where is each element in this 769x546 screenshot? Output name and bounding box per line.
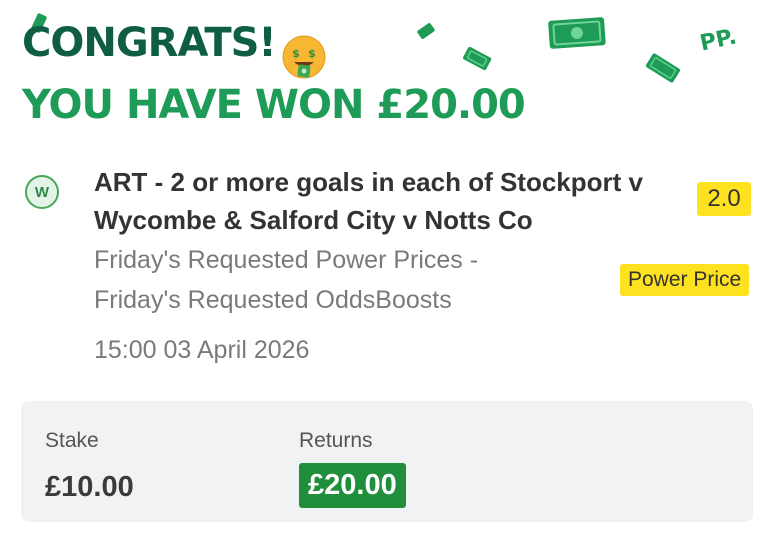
stake-label: Stake <box>45 429 99 452</box>
svg-text:$: $ <box>292 47 300 60</box>
banknote-icon <box>463 46 492 71</box>
svg-text:$: $ <box>308 47 316 60</box>
banknote-icon <box>548 17 606 49</box>
won-amount-heading: YOU HAVE WON £20.00 <box>22 82 526 128</box>
congrats-heading: CONGRATS! <box>22 20 277 66</box>
brand-mark: PP. <box>697 24 739 57</box>
win-status-badge: W <box>25 175 59 209</box>
banknote-icon <box>417 23 435 39</box>
market-line-1: Friday's Requested Power Prices - <box>94 246 479 274</box>
banknote-icon <box>645 53 681 83</box>
money-mouth-face-icon: $ $ <box>282 35 326 79</box>
odds-badge: 2.0 <box>697 182 751 216</box>
returns-label: Returns <box>299 429 373 452</box>
bet-selection: ART - 2 or more goals in each of Stockpo… <box>94 167 643 235</box>
market-description: Friday's Requested Power Prices - Friday… <box>94 240 534 320</box>
power-price-tag: Power Price <box>620 264 750 296</box>
stake-returns-panel: Stake £10.00 Returns £20.00 <box>21 401 753 522</box>
market-line-2: Friday's Requested OddsBoosts <box>94 286 452 314</box>
stake-value: £10.00 <box>45 471 134 503</box>
event-datetime: 15:00 03 April 2026 <box>94 336 310 364</box>
returns-value: £20.00 <box>299 463 406 508</box>
